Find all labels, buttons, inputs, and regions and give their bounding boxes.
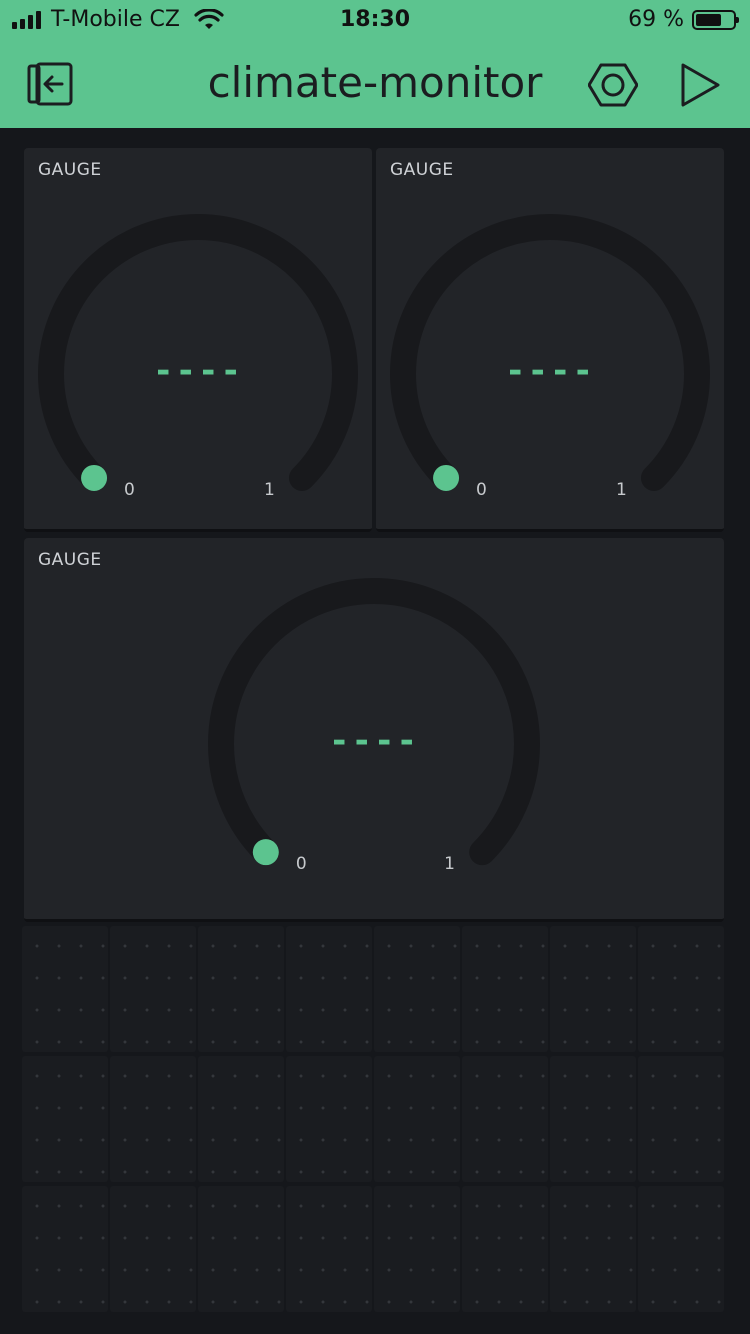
grid-cell[interactable] bbox=[550, 1186, 636, 1312]
gauge-indicator bbox=[81, 464, 108, 491]
gauge-indicator bbox=[252, 839, 279, 866]
grid-cell[interactable] bbox=[110, 1186, 196, 1312]
carrier-group: T-Mobile CZ bbox=[12, 7, 224, 32]
grid-cell[interactable] bbox=[286, 1186, 372, 1312]
gauge-max-label: 1 bbox=[263, 479, 275, 500]
grid-cell[interactable] bbox=[462, 926, 548, 1052]
carrier-name: T-Mobile CZ bbox=[51, 7, 180, 32]
battery-icon bbox=[692, 9, 739, 30]
empty-grid bbox=[22, 926, 726, 1316]
grid-cell[interactable] bbox=[462, 1056, 548, 1182]
gauge-value: ---- bbox=[153, 351, 243, 391]
grid-cell[interactable] bbox=[286, 1056, 372, 1182]
grid-cell[interactable] bbox=[22, 926, 108, 1052]
grid-cell[interactable] bbox=[638, 926, 724, 1052]
grid-cell[interactable] bbox=[374, 1056, 460, 1182]
gauge-widget[interactable]: GAUGE ---- 0 1 bbox=[24, 148, 372, 532]
grid-cell[interactable] bbox=[110, 926, 196, 1052]
gauge-widget[interactable]: GAUGE ---- 0 1 bbox=[376, 148, 724, 532]
grid-cell[interactable] bbox=[638, 1056, 724, 1182]
grid-cell[interactable] bbox=[638, 1186, 724, 1312]
status-bar: T-Mobile CZ 18:30 69 % bbox=[0, 0, 750, 40]
battery-group: 69 % bbox=[628, 7, 739, 32]
app-header: climate-monitor bbox=[0, 40, 750, 128]
grid-cell[interactable] bbox=[198, 926, 284, 1052]
grid-cell[interactable] bbox=[550, 926, 636, 1052]
gauge-dial: ---- bbox=[38, 214, 358, 491]
play-icon bbox=[681, 63, 720, 107]
grid-cell[interactable] bbox=[22, 1186, 108, 1312]
grid-cell[interactable] bbox=[374, 1186, 460, 1312]
gauge-indicator bbox=[433, 464, 460, 491]
gauge-value: ---- bbox=[505, 351, 595, 391]
grid-cell[interactable] bbox=[462, 1186, 548, 1312]
wifi-icon bbox=[194, 8, 224, 29]
grid-cell[interactable] bbox=[550, 1056, 636, 1182]
battery-percent: 69 % bbox=[628, 7, 684, 32]
grid-cell[interactable] bbox=[198, 1056, 284, 1182]
gauge-widget[interactable]: GAUGE ---- 0 1 bbox=[24, 538, 724, 922]
gauge-max-label: 1 bbox=[615, 479, 627, 500]
exit-button[interactable] bbox=[26, 60, 76, 110]
dashboard-canvas: GAUGE ---- 0 1 GAUGE ---- 0 1 GAUGE ---- 0 1 bbox=[0, 128, 750, 1334]
gauge-max-label: 1 bbox=[444, 854, 455, 875]
settings-button[interactable] bbox=[587, 60, 639, 110]
grid-cell[interactable] bbox=[22, 1056, 108, 1182]
gauge-value: ---- bbox=[329, 721, 419, 761]
gauge-min-label: 0 bbox=[476, 479, 487, 500]
gauge-dial: ---- bbox=[208, 578, 540, 866]
hexagon-settings-icon bbox=[587, 63, 639, 107]
grid-cell[interactable] bbox=[374, 926, 460, 1052]
gauge-min-label: 0 bbox=[295, 854, 307, 875]
gauge-min-label: 0 bbox=[124, 479, 135, 500]
signal-strength-icon bbox=[12, 10, 41, 29]
exit-app-icon bbox=[27, 62, 73, 106]
grid-cell[interactable] bbox=[198, 1186, 284, 1312]
play-button[interactable] bbox=[678, 60, 728, 110]
grid-cell[interactable] bbox=[286, 926, 372, 1052]
grid-cell[interactable] bbox=[110, 1056, 196, 1182]
gauge-dial: ---- bbox=[390, 214, 710, 491]
